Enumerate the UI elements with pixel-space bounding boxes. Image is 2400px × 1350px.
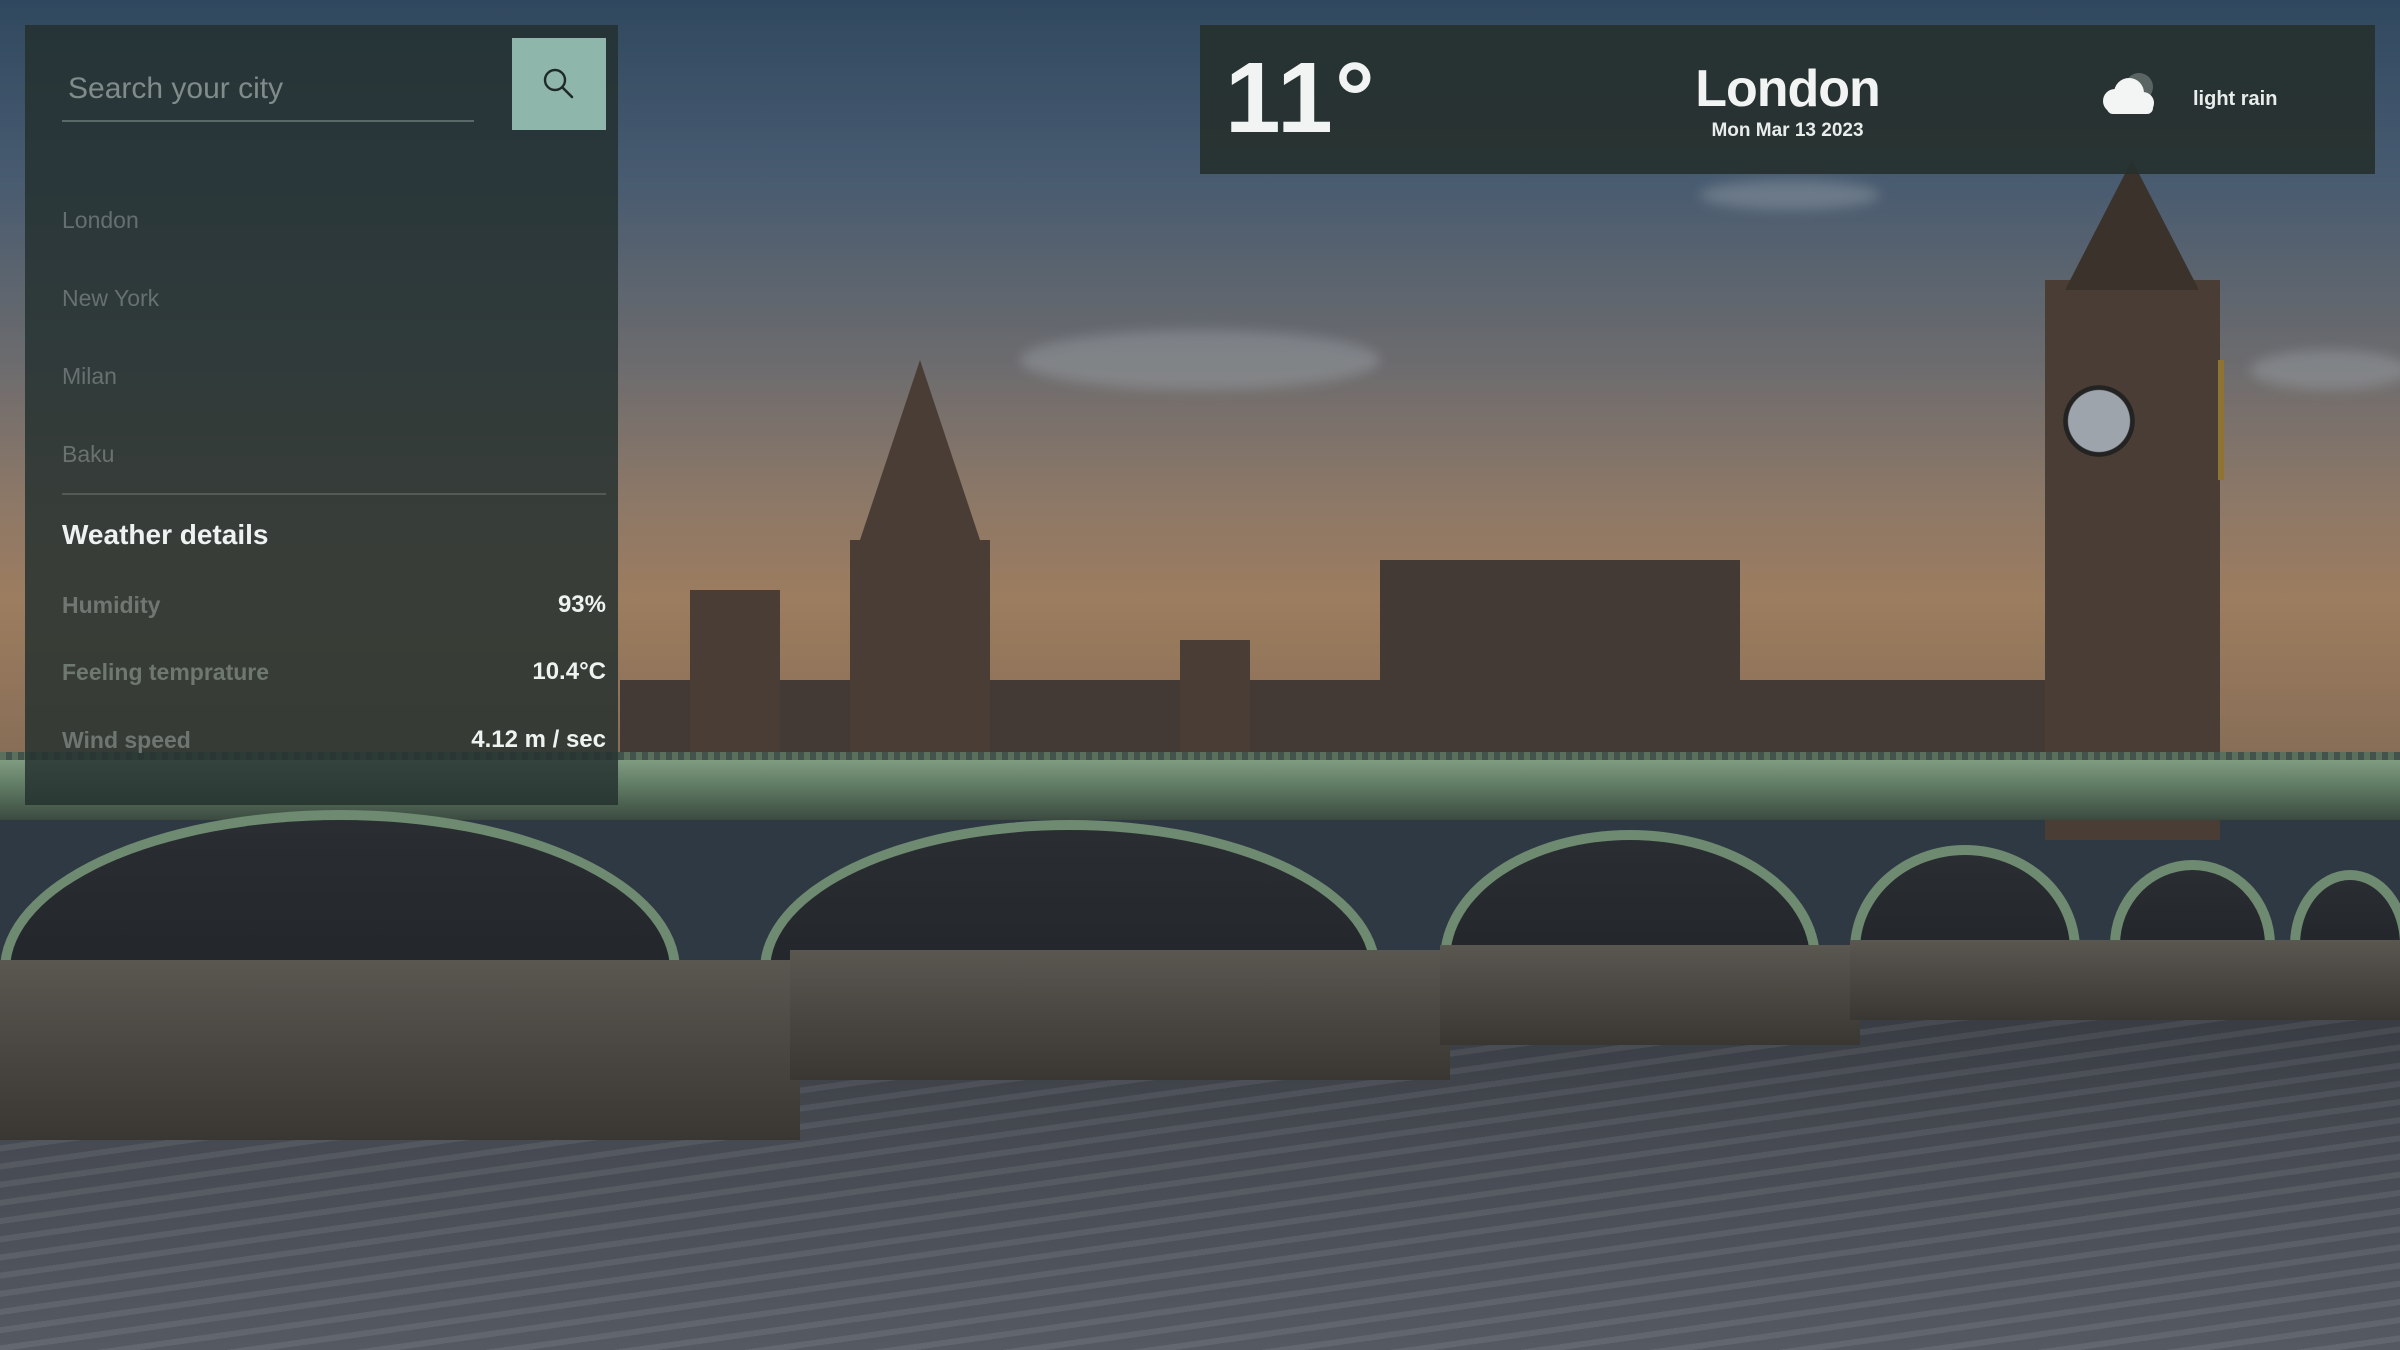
feeling-temperature-row: Feeling temprature 10.4°C <box>62 652 606 692</box>
feeling-temperature-label: Feeling temprature <box>62 658 270 685</box>
search-input[interactable] <box>62 58 474 122</box>
bridge-pier <box>1850 940 2400 1020</box>
search-button[interactable] <box>512 38 606 130</box>
weather-condition: light rain <box>2193 88 2278 110</box>
wind-speed-row: Wind speed 4.12 m / sec <box>62 720 606 760</box>
divider <box>62 493 606 495</box>
city-item-london[interactable]: London <box>62 195 606 273</box>
city-item-baku[interactable]: Baku <box>62 429 606 507</box>
humidity-label: Humidity <box>62 591 161 618</box>
bridge-pier <box>1440 945 1860 1045</box>
city-item-milan[interactable]: Milan <box>62 351 606 429</box>
humidity-row: Humidity 93% <box>62 585 606 625</box>
search-icon <box>543 68 574 99</box>
current-date: Mon Mar 13 2023 <box>1711 120 1864 141</box>
wind-speed-value: 4.12 m / sec <box>471 726 606 753</box>
current-weather-bar: 11° London Mon Mar 13 2023 light rain <box>1200 25 2375 174</box>
humidity-value: 93% <box>557 591 606 618</box>
city-item-new-york[interactable]: New York <box>62 273 606 351</box>
city-list: London New York Milan Baku <box>62 195 606 507</box>
weather-details-title: Weather details <box>62 519 269 550</box>
wind-speed-label: Wind speed <box>62 726 191 753</box>
bridge-pier <box>790 950 1450 1080</box>
search-bar <box>62 38 606 156</box>
cloud-rain-icon <box>2103 73 2154 114</box>
feeling-temperature-value: 10.4°C <box>532 658 606 685</box>
bridge-pier <box>0 960 800 1140</box>
sidebar-panel: London New York Milan Baku Weather detai… <box>25 25 618 805</box>
